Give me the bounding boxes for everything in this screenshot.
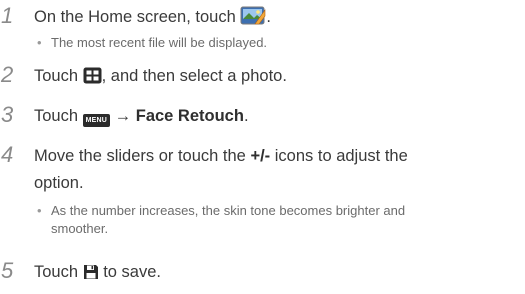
step-number: 3 (1, 102, 14, 127)
menu-key-label: MENU (82, 114, 111, 127)
step-text-part: Move the sliders or touch the (34, 147, 251, 165)
grid-view-icon (83, 67, 102, 90)
bullet: • (37, 35, 42, 50)
step-text: Touch to save. (34, 261, 161, 286)
step-text-part: Touch (34, 107, 83, 125)
note-text: As the number increases, the skin tone b… (51, 203, 406, 218)
step-note: • As the number increases, the skin tone … (37, 202, 405, 238)
note-text: The most recent file will be displayed. (51, 35, 268, 50)
step-number: 1 (1, 3, 14, 28)
menu-key-icon: MENU (82, 106, 111, 128)
step-text-part: icons to adjust the (270, 147, 408, 165)
step-text-part: to save. (98, 263, 161, 281)
step-text-part: . (243, 107, 249, 125)
step-text: Touch , and then select a photo. (34, 65, 287, 90)
step-text-part: , and then select a photo. (101, 67, 287, 85)
step-number: 5 (1, 258, 14, 283)
step-number: 4 (1, 142, 14, 167)
bullet: • (37, 203, 42, 218)
plus-minus-label: +/- (250, 147, 271, 165)
step-text-part: Touch (34, 67, 83, 85)
step-text-line2: option. (34, 172, 84, 194)
menu-option-face-retouch: Face Retouch (135, 107, 244, 125)
step-text-part: Touch (34, 263, 83, 281)
note-text: smoother. (51, 221, 109, 236)
step-text: Touch MENU → Face Retouch. (34, 105, 249, 128)
gallery-icon (240, 6, 266, 31)
arrow: → (114, 107, 132, 125)
save-icon (83, 264, 99, 286)
step-text: On the Home screen, touch . (34, 6, 271, 31)
step-note: • The most recent file will be displayed. (37, 34, 267, 52)
step-number: 2 (1, 62, 14, 87)
step-text-part: On the Home screen, touch (34, 8, 241, 26)
step-text-part: option. (34, 174, 84, 192)
step-text-part: . (266, 8, 271, 26)
step-text: Move the sliders or touch the +/- icons … (34, 145, 408, 167)
